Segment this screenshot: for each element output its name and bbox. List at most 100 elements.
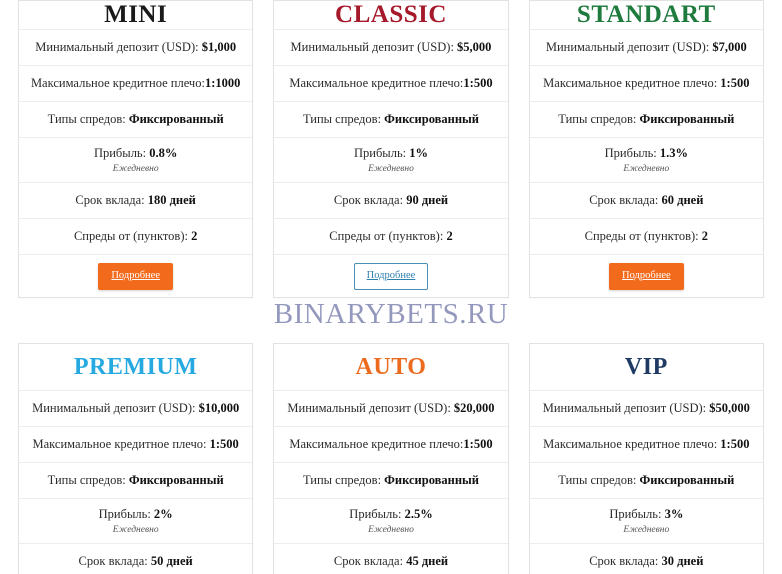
profit-sub: Ежедневно [368,524,414,535]
max-leverage-label: Максимальное кредитное плечо: [32,437,207,451]
min-deposit: Минимальный депозит (USD): $10,000 [19,391,253,427]
plan-title: AUTO [355,354,427,380]
profit-sub: Ежедневно [623,163,670,174]
profit-line: Прибыль: 0.8% [94,146,177,161]
min-deposit-label: Минимальный депозит (USD): [545,40,710,54]
profit-value: 2% [153,506,173,521]
plan-column-vip: VIP Минимальный депозит (USD): $50,000 Мак… [519,343,774,574]
term-label: Срок вклада: [333,193,404,207]
profit: Прибыль: 2.5% Ежедневно [274,499,508,544]
profit-line: Прибыль: 3% [609,507,683,522]
term-line: Срок вклада: 90 дней [334,193,448,208]
min-deposit-value: $10,000 [198,401,240,415]
term: Срок вклада: 30 дней [530,544,763,574]
max-leverage: Максимальное кредитное плечо: 1:500 [19,427,253,463]
profit-value: 1% [409,145,428,160]
min-deposit: Минимальный депозит (USD): $20,000 [274,391,508,427]
spread-type-line: Типы спредов: Фиксированный [303,112,479,127]
term-label: Срок вклада: [78,554,148,568]
spread-from: Спреды от (пунктов): 2 [19,219,253,255]
spread-type-label: Типы спредов: [47,112,126,126]
max-leverage-line: Максимальное кредитное плечо:1:500 [289,76,492,91]
max-leverage-line: Максимальное кредитное плечо:1:500 [289,437,492,452]
pricing-plans-page: MINI Минимальный депозит (USD): $1,000 Мак… [0,0,782,574]
profit-value: 3% [664,506,684,521]
term-value: 45 дней [406,554,449,568]
min-deposit-value: $1,000 [201,40,237,54]
spread-from: Спреды от (пунктов): 2 [529,219,763,255]
spread-from-line: Спреды от (пунктов): 2 [329,229,452,244]
min-deposit-line: Минимальный депозит (USD): $20,000 [287,401,494,416]
plan-card-footer: Подробнее [274,255,507,297]
spread-type: Типы спредов: Фиксированный [19,102,253,138]
more-details-button-standart[interactable]: Подробнее [608,262,684,290]
plan-card-header: CLASSIC [274,1,508,30]
plan-card-footer: Подробнее [19,255,252,297]
term: Срок вклада: 60 дней [529,183,763,219]
profit-line: Прибыль: 2.5% [349,507,432,522]
term-line: Срок вклада: 50 дней [79,554,193,569]
spread-type-value: Фиксированный [384,473,480,487]
term-label: Срок вклада: [589,193,659,207]
spread-type-line: Типы спредов: Фиксированный [48,473,224,488]
plan-card-header: PREMIUM [19,344,253,391]
plan-card-premium: PREMIUM Минимальный депозит (USD): $10,00… [18,343,254,574]
min-deposit-label: Минимальный депозит (USD): [35,40,199,54]
term: Срок вклада: 180 дней [19,183,253,219]
profit: Прибыль: 1.3% Ежедневно [529,138,763,183]
profit-value: 0.8% [149,145,178,160]
min-deposit-line: Минимальный депозит (USD): $10,000 [32,401,239,416]
min-deposit-value: $50,000 [709,401,750,415]
max-leverage: Максимальное кредитное плечо: 1:500 [529,66,763,102]
term: Срок вклада: 45 дней [274,544,507,574]
max-leverage-label: Максимальное кредитное плечо: [543,437,718,451]
min-deposit-label: Минимальный депозит (USD): [32,401,196,415]
plan-card-header: VIP [529,344,763,391]
profit-sub: Ежедневно [112,163,159,174]
profit-line: Прибыль: 2% [99,507,173,522]
more-details-button-mini[interactable]: Подробнее [98,262,173,290]
spread-type-value: Фиксированный [128,112,224,126]
max-leverage: Максимальное кредитное плечо:1:1000 [19,66,253,102]
max-leverage-value: 1:500 [720,437,750,451]
spread-type-line: Типы спредов: Фиксированный [48,112,224,127]
profit-line: Прибыль: 1% [354,146,428,161]
term-value: 90 дней [406,193,449,207]
term-line: Срок вклада: 60 дней [589,193,703,208]
plan-card-header: STANDART [529,1,763,30]
max-leverage-label: Максимальное кредитное плечо: [543,76,718,90]
term-line: Срок вклада: 180 дней [75,193,195,208]
term-line: Срок вклада: 45 дней [334,554,448,569]
plans-row-bottom: PREMIUM Минимальный депозит (USD): $10,00… [0,343,782,574]
max-leverage: Максимальное кредитное плечо:1:500 [274,427,508,463]
max-leverage-value: 1:500 [209,437,239,451]
min-deposit-line: Минимальный депозит (USD): $5,000 [291,40,492,55]
term-line: Срок вклада: 30 дней [589,554,703,569]
plan-title: STANDART [576,1,716,28]
max-leverage-label: Максимальное кредитное плечо: [289,76,464,90]
plan-card-vip: VIP Минимальный депозит (USD): $50,000 Мак… [528,343,764,574]
term: Срок вклада: 50 дней [19,544,252,574]
spread-type-line: Типы спредов: Фиксированный [558,112,734,127]
profit-value: 2.5% [404,506,433,521]
more-details-button-classic[interactable]: Подробнее [353,262,429,290]
term-label: Срок вклада: [589,554,659,568]
profit-label: Прибыль: [609,506,662,521]
profit-sub: Ежедневно [112,524,159,535]
plan-title: VIP [624,354,668,380]
spread-from-label: Спреды от (пунктов): [73,229,188,243]
plan-column-standart: STANDART Минимальный депозит (USD): $7,00… [519,0,774,298]
min-deposit: Минимальный депозит (USD): $50,000 [529,391,763,427]
max-leverage-label: Максимальное кредитное плечо: [30,76,205,90]
plan-column-auto: AUTO Минимальный депозит (USD): $20,000 Ма… [263,343,518,574]
profit: Прибыль: 1% Ежедневно [274,138,508,183]
max-leverage-value: 1:500 [720,76,750,90]
max-leverage-line: Максимальное кредитное плечо: 1:500 [543,76,749,91]
profit: Прибыль: 2% Ежедневно [19,499,253,544]
profit-label: Прибыль: [604,145,657,160]
max-leverage-line: Максимальное кредитное плечо: 1:500 [33,437,239,452]
spread-from-value: 2 [446,229,453,243]
profit-label: Прибыль: [353,145,407,160]
spread-type-label: Типы спредов: [302,473,382,487]
profit-line: Прибыль: 1.3% [605,146,688,161]
